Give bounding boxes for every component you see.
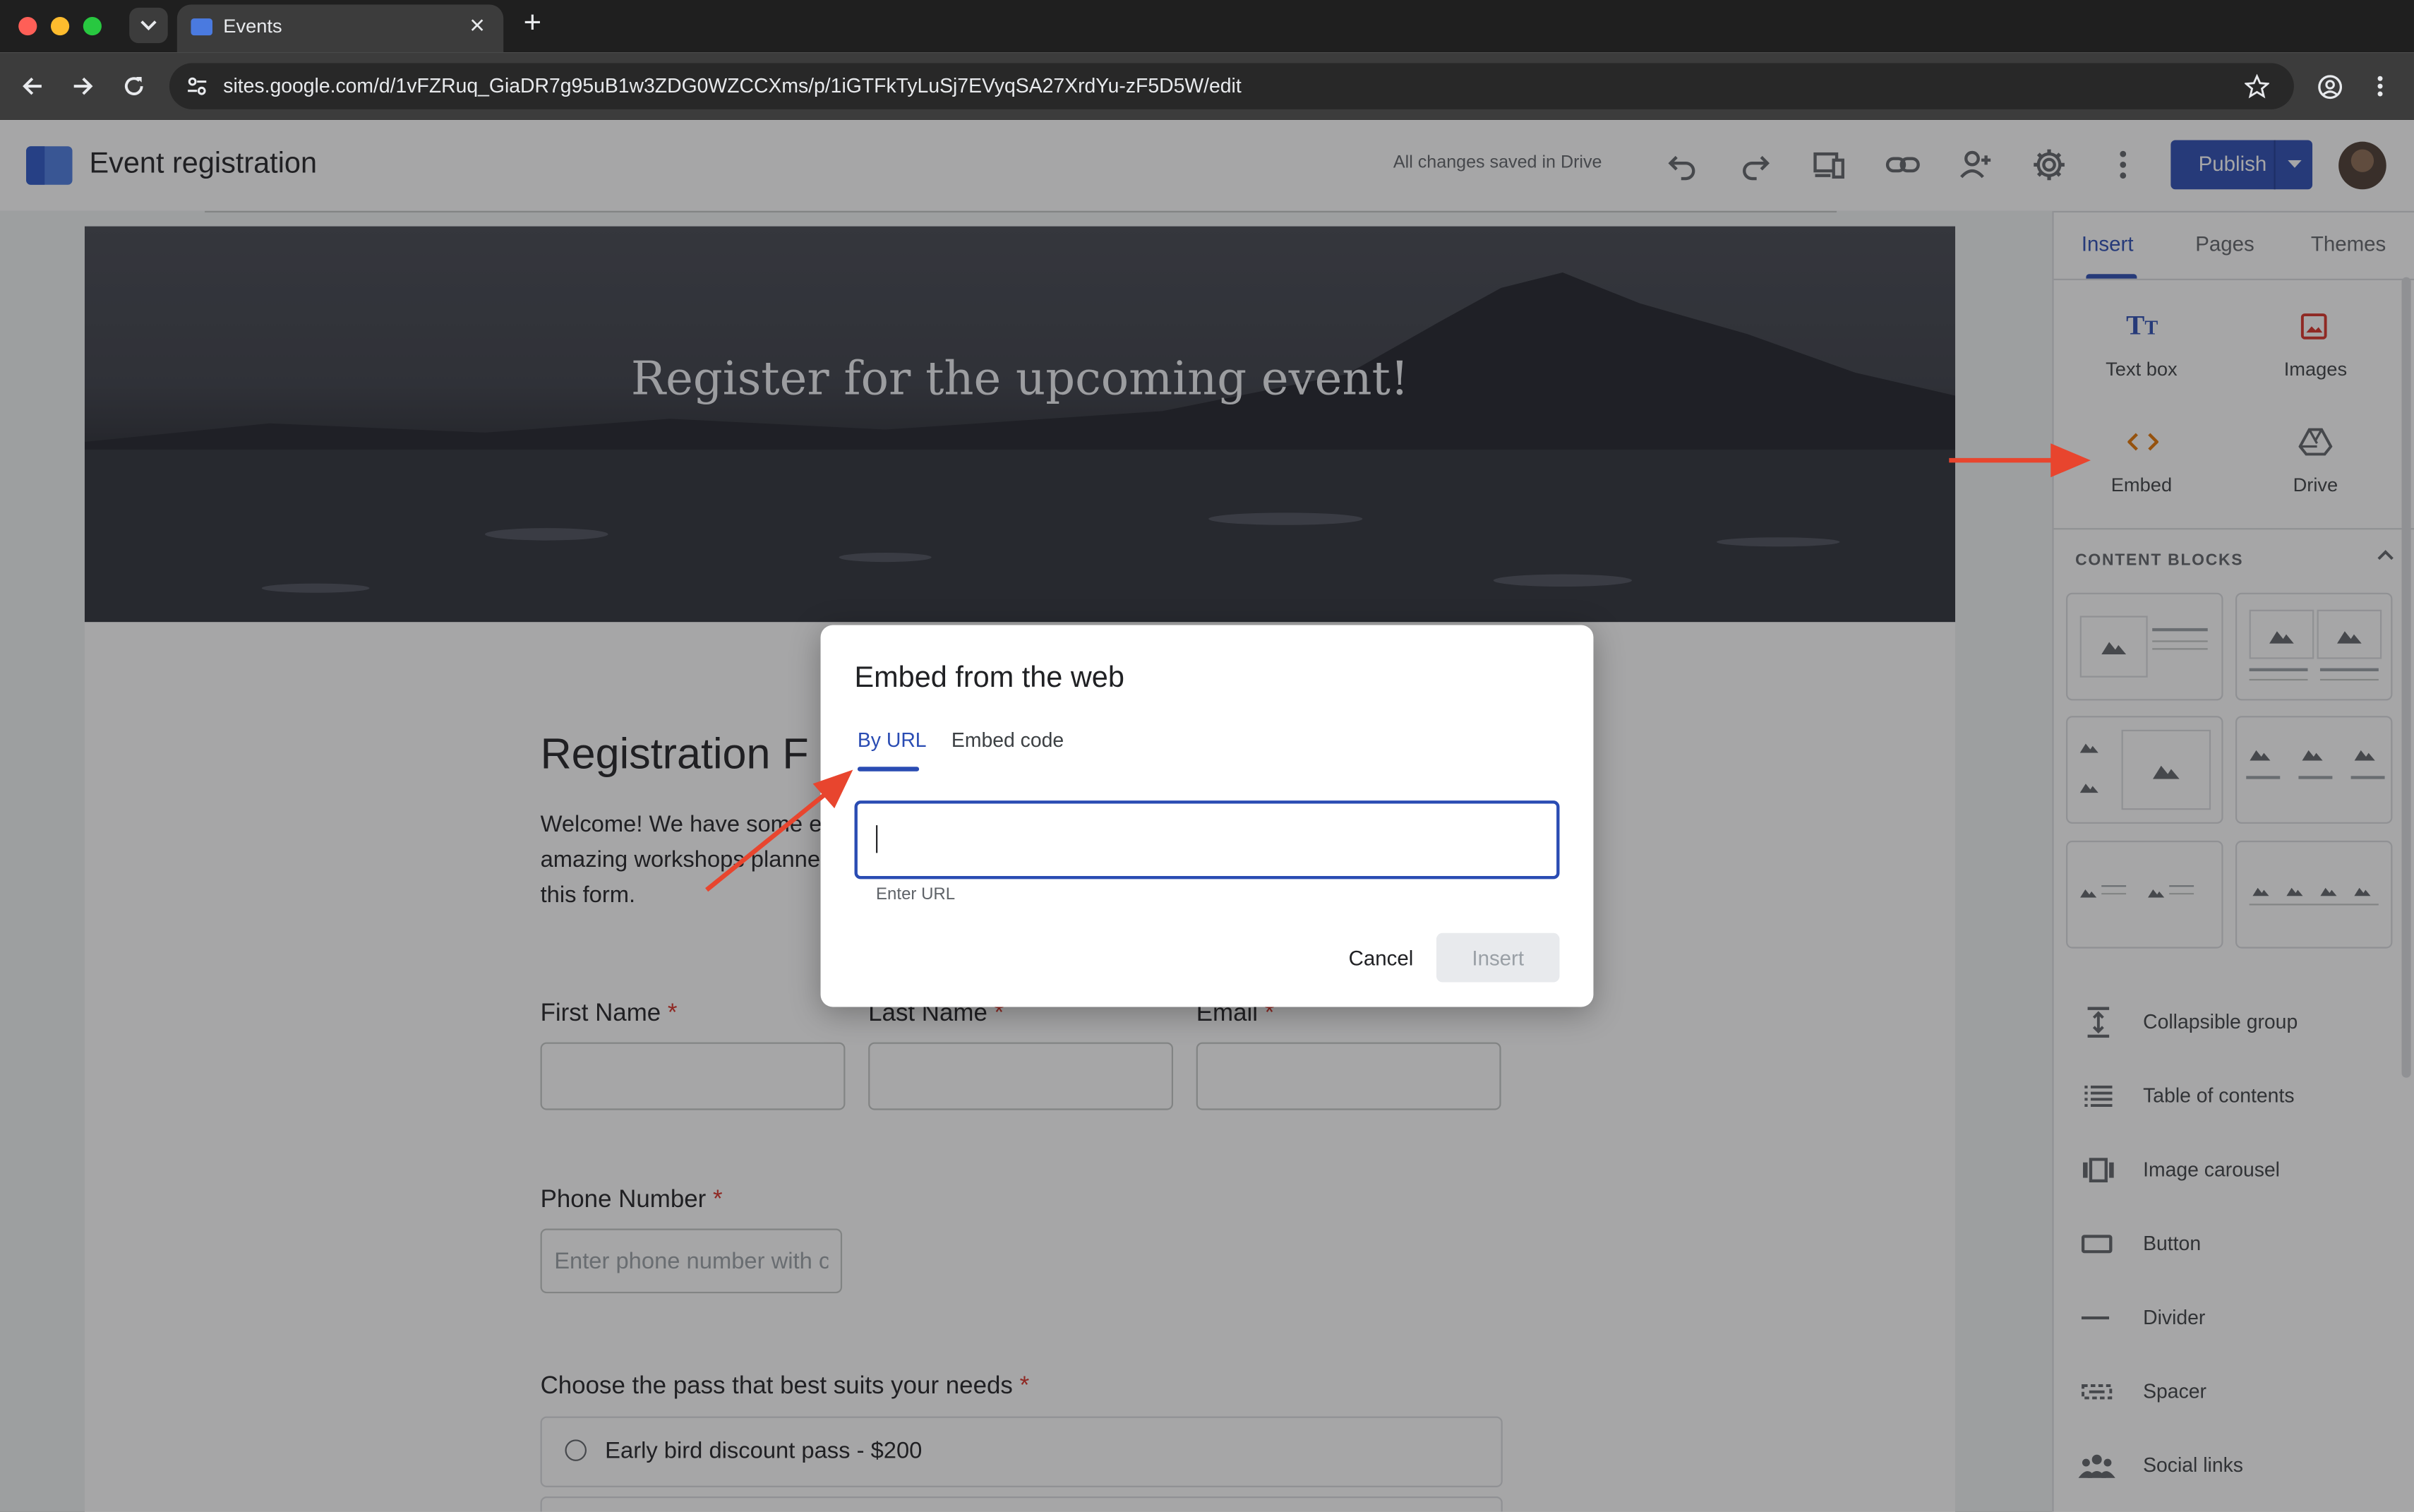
arrow-to-embed [1949,443,2091,478]
annotation-arrows [705,443,2091,892]
arrow-to-by-url-tab [705,769,853,892]
